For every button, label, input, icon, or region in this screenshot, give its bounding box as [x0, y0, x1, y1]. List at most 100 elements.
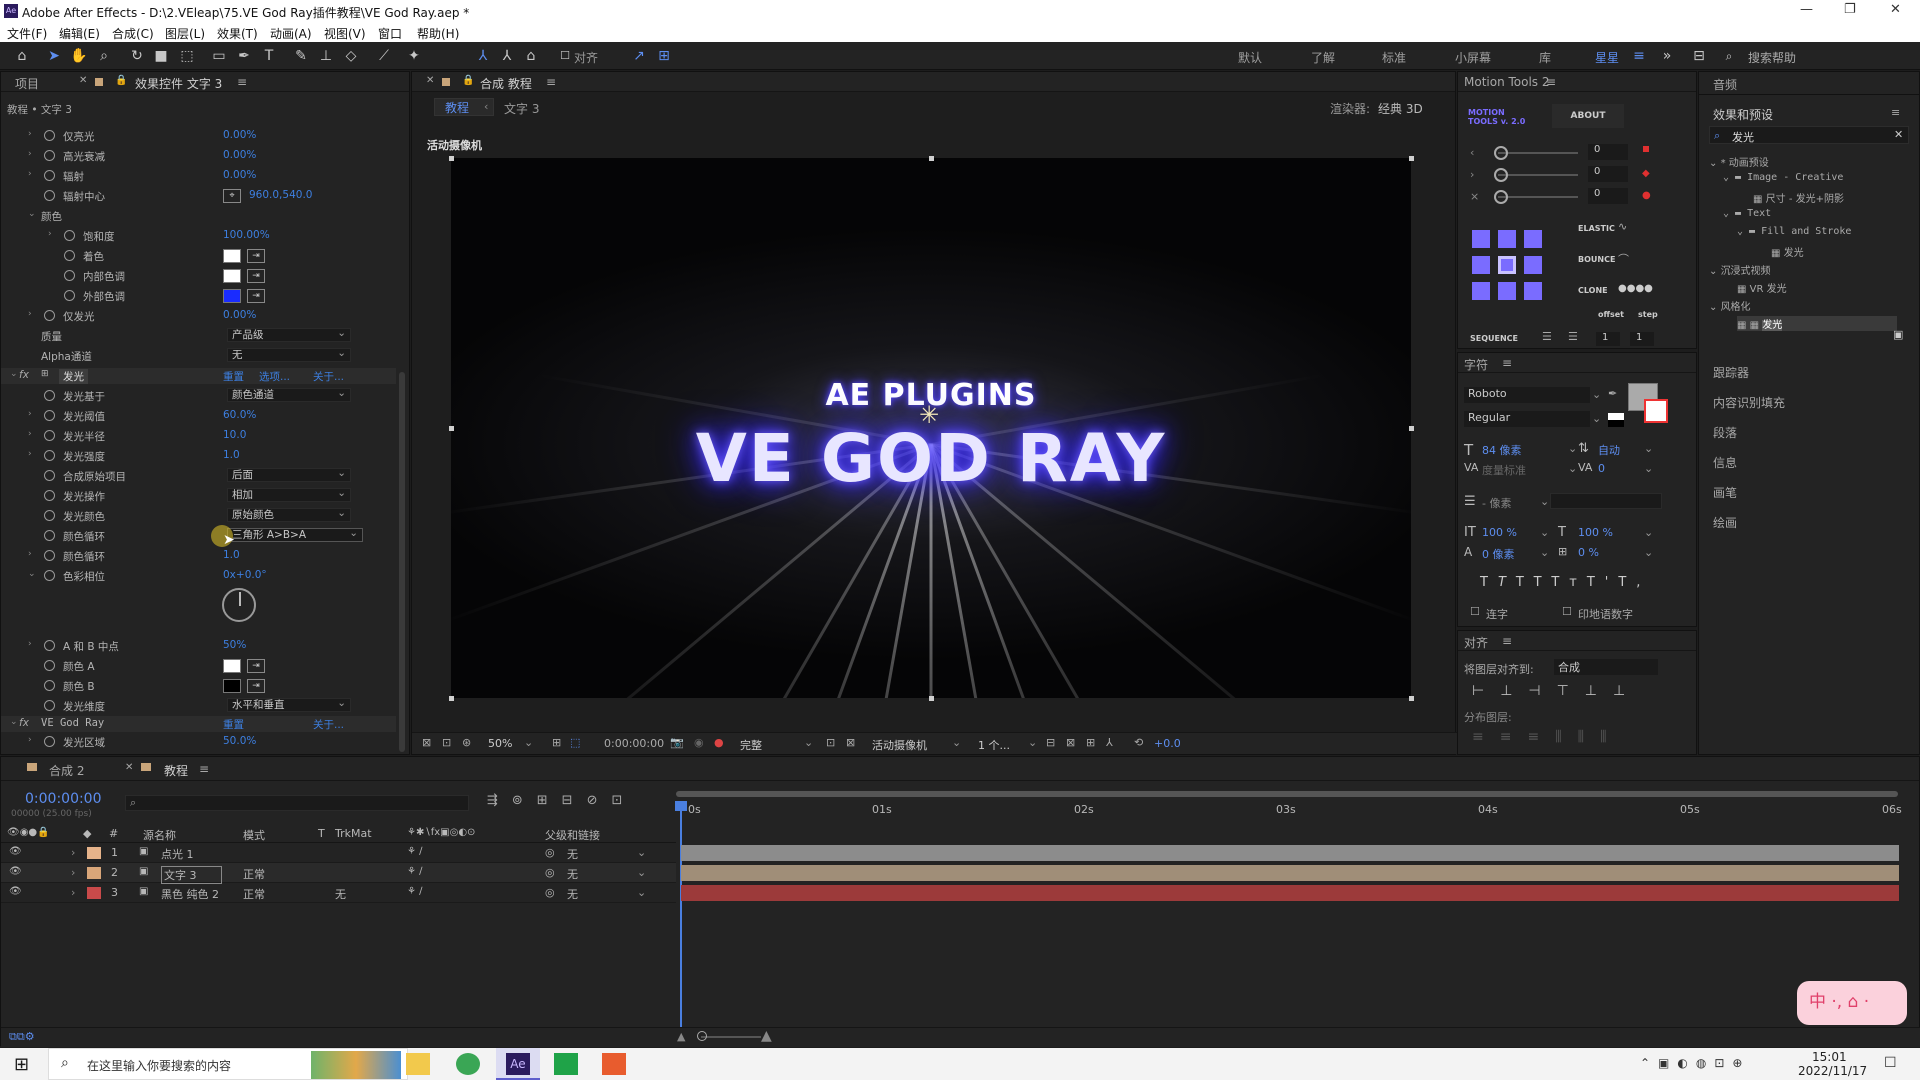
workspace-learn[interactable]: 了解 — [1311, 49, 1335, 66]
alpha-dropdown[interactable]: 无 — [227, 347, 351, 362]
bounding-handle[interactable] — [449, 696, 454, 701]
roi-icon[interactable]: ⊡ — [826, 736, 835, 749]
notification-icon[interactable]: ☐ — [1884, 1055, 1897, 1071]
color-swatch[interactable] — [223, 269, 241, 283]
stroke-color-swatch[interactable] — [1644, 399, 1668, 423]
snapping-icon[interactable]: ↗ — [630, 47, 648, 65]
workspace-layout-icon[interactable]: ⊟ — [1690, 47, 1708, 65]
zoom-out-icon[interactable]: ▲ — [677, 1030, 685, 1043]
stopwatch-icon[interactable] — [44, 430, 55, 441]
stroke-style-dropdown[interactable] — [1550, 493, 1662, 509]
panel-menu-icon[interactable]: ≡ — [1502, 634, 1512, 648]
toggle-pixel-icon[interactable]: ⊟ — [1046, 736, 1055, 749]
workspace-stars[interactable]: 星星 — [1595, 49, 1619, 66]
panel-menu-icon[interactable]: ≡ — [546, 75, 556, 89]
stopwatch-icon[interactable] — [44, 680, 55, 691]
distribute-buttons[interactable]: ≡≡≡⫼⫼⫼ — [1472, 729, 1623, 745]
baseline-shift-value[interactable]: 0 像素 — [1482, 546, 1515, 562]
elastic-button[interactable]: ELASTIC — [1578, 224, 1615, 233]
property-row[interactable]: 发光操作 相加 — [1, 487, 396, 504]
tree-folder[interactable]: ⌄ ▬ Text — [1723, 208, 1771, 219]
tab-composition[interactable]: 合成 教程 — [480, 75, 532, 92]
property-row[interactable]: 合成原始项目 后面 — [1, 467, 396, 484]
text-style-buttons[interactable]: TTTTTᴛT'T, — [1480, 575, 1650, 590]
hand-tool-icon[interactable]: ✋ — [70, 47, 88, 65]
timeline-icon[interactable]: ⊞ — [1086, 736, 1095, 749]
options-link[interactable]: 选项... — [259, 369, 290, 384]
system-tray-icons[interactable]: ⌃▣◐◍⊡⊕ — [1640, 1056, 1750, 1070]
bounding-handle[interactable] — [1409, 156, 1414, 161]
reset-exposure-icon[interactable]: ⟲ — [1134, 736, 1143, 749]
breadcrumb-layer[interactable]: 文字 3 — [504, 100, 539, 117]
windows-start-icon[interactable]: ⊞ — [14, 1054, 29, 1075]
slider-value-input[interactable]: 0 — [1588, 188, 1628, 204]
clock-date[interactable]: 2022/11/17 — [1798, 1064, 1867, 1078]
zoom-slider-thumb[interactable] — [697, 1031, 707, 1041]
ease-icon[interactable]: ⨯ — [1470, 190, 1479, 203]
stroke-width-value[interactable]: - 像素 — [1482, 495, 1511, 511]
property-row[interactable]: 内部色调 ⇥ — [1, 268, 396, 284]
rotate-tool-icon[interactable]: ↻ — [128, 47, 146, 65]
property-row[interactable]: 发光基于 颜色通道 — [1, 387, 396, 404]
stopwatch-icon[interactable] — [44, 130, 55, 141]
property-row[interactable]: 颜色 A ⇥ — [1, 658, 396, 674]
stopwatch-icon[interactable] — [44, 700, 55, 711]
composition-viewer-canvas[interactable]: AE PLUGINS VE GOD RAY ✳ — [451, 158, 1411, 698]
tsume-value[interactable]: 0 % — [1578, 546, 1599, 559]
layer-name[interactable]: 黑色 纯色 2 — [161, 886, 219, 902]
close-tab-icon[interactable]: ✕ — [79, 75, 87, 86]
layer-trkmat-dropdown[interactable]: 无 — [335, 886, 346, 902]
panel-menu-icon[interactable]: ≡ — [199, 762, 209, 776]
renderer-value[interactable]: 经典 3D — [1378, 100, 1423, 117]
layer-search-input[interactable]: ⌕ — [125, 795, 469, 811]
layer-row[interactable]: 👁 › 1 ▣ 点光 1 ⚘ ∕ ◎ 无 ⌄ — [1, 843, 676, 863]
layer-name[interactable]: 文字 3 — [161, 866, 222, 884]
parent-header[interactable]: 父级和链接 — [545, 827, 600, 843]
stopwatch-icon[interactable] — [44, 660, 55, 671]
property-row[interactable]: › 仅发光 0.00% — [1, 308, 396, 324]
light-position-icon[interactable]: ✳ — [919, 401, 939, 429]
tree-folder[interactable]: ⌄ ▬ Fill and Stroke — [1737, 226, 1851, 237]
mode-header[interactable]: 模式 — [243, 827, 265, 843]
effect-panel-scrollbar[interactable] — [399, 372, 405, 752]
property-row[interactable]: › 颜色循环 1.0 — [1, 548, 396, 564]
zoom-dropdown[interactable]: 50% — [488, 737, 512, 750]
render-icons[interactable]: ⧉⧉⚙ — [9, 1030, 35, 1044]
ligatures-checkbox[interactable]: ☐ — [1470, 605, 1480, 618]
recorder-icon[interactable] — [602, 1053, 626, 1075]
stopwatch-icon[interactable] — [64, 290, 75, 301]
bounding-handle[interactable] — [929, 156, 934, 161]
property-row[interactable]: 质量 产品级 — [1, 327, 396, 344]
property-row[interactable]: › 发光强度 1.0 — [1, 448, 396, 464]
stopwatch-icon[interactable] — [64, 270, 75, 281]
property-row[interactable]: 发光颜色 原始颜色 — [1, 507, 396, 524]
color-looping-dropdown[interactable]: 三角形 A>B>A — [227, 527, 363, 542]
clear-search-icon[interactable]: ✕ — [1894, 128, 1903, 141]
property-row[interactable]: 辐射中心 ⌖ 960.0,540.0 — [1, 188, 396, 204]
menu-window[interactable]: 窗口 — [378, 25, 402, 42]
tracker-tab[interactable]: 跟踪器 — [1713, 364, 1749, 381]
stopwatch-icon[interactable] — [44, 470, 55, 481]
file-explorer-icon[interactable] — [406, 1053, 430, 1075]
glow-colors-dropdown[interactable]: 原始颜色 — [227, 507, 351, 522]
menu-help[interactable]: 帮助(H) — [417, 25, 459, 42]
transparency-grid-icon[interactable]: ⊠ — [846, 736, 855, 749]
clone-stamp-tool-icon[interactable]: ⊥ — [317, 47, 335, 65]
sequence-button[interactable]: SEQUENCE — [1470, 334, 1518, 343]
tree-folder[interactable]: ⌄ * 动画预设 — [1709, 154, 1769, 169]
layer-duration-bar[interactable] — [681, 845, 1899, 861]
browser-icon[interactable] — [456, 1053, 480, 1075]
step-input[interactable]: 1 — [1630, 332, 1654, 346]
property-group-color[interactable]: ⌄ 颜色 — [1, 208, 396, 224]
pan-behind-tool-icon[interactable]: ⬚ — [178, 47, 196, 65]
parent-dropdown[interactable]: 无 — [567, 886, 578, 902]
menu-edit[interactable]: 编辑(E) — [59, 25, 100, 42]
glow-based-on-dropdown[interactable]: 颜色通道 — [227, 387, 351, 402]
brush-tab[interactable]: 画笔 — [1713, 484, 1737, 501]
effects-search-input[interactable]: ⌕ 发光 ✕ — [1709, 126, 1909, 144]
property-row[interactable]: 着色 ⇥ — [1, 248, 396, 264]
info-tab[interactable]: 信息 — [1713, 454, 1737, 471]
property-row[interactable]: Alpha通道无 — [1, 347, 396, 364]
property-row[interactable]: › 高光衰减 0.00% — [1, 148, 396, 164]
layer-switches[interactable]: ⚘ ∕ — [407, 846, 423, 857]
